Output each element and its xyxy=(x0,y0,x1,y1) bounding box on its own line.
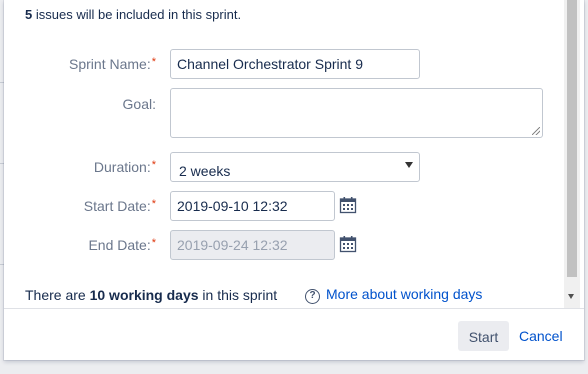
goal-label: Goal: xyxy=(4,96,156,112)
calendar-icon[interactable] xyxy=(339,196,357,214)
issues-text: issues will be included in this sprint. xyxy=(35,7,242,22)
help-link-text: More about working days xyxy=(326,286,483,302)
calendar-icon[interactable] xyxy=(339,235,357,253)
duration-label: Duration:* xyxy=(4,159,156,175)
end-date-label-text: End Date: xyxy=(88,237,151,253)
dialog-body: 5 issues will be included in this sprint… xyxy=(4,0,564,308)
sprint-name-value: Channel Orchestrator Sprint 9 xyxy=(177,56,363,72)
start-date-value: 2019-09-10 12:32 xyxy=(177,198,288,214)
required-marker: * xyxy=(151,56,156,68)
sprint-name-input[interactable]: Channel Orchestrator Sprint 9 xyxy=(170,49,420,79)
duration-value: 2 weeks xyxy=(179,163,231,179)
issues-count: 5 xyxy=(25,7,33,22)
start-button[interactable]: Start xyxy=(458,321,509,351)
scrollbar-thumb[interactable] xyxy=(567,0,577,277)
end-date-value: 2019-09-24 12:32 xyxy=(177,237,288,253)
goal-label-text: Goal: xyxy=(122,96,156,112)
cancel-button[interactable]: Cancel xyxy=(519,321,563,351)
goal-textarea[interactable] xyxy=(170,88,543,138)
resize-handle[interactable] xyxy=(532,127,540,135)
working-days-count: 10 working days xyxy=(89,287,199,303)
scroll-down-arrow-icon[interactable] xyxy=(568,294,574,299)
start-sprint-dialog: 5 issues will be included in this sprint… xyxy=(4,0,584,360)
scrollbar[interactable] xyxy=(564,0,580,308)
duration-select[interactable]: 2 weeks xyxy=(170,152,420,182)
issues-info: 5 issues will be included in this sprint… xyxy=(25,7,241,22)
start-date-label: Start Date:* xyxy=(4,198,156,214)
dialog-footer: Start Cancel xyxy=(4,308,584,360)
end-date-label: End Date:* xyxy=(4,237,156,253)
sprint-name-label: Sprint Name:* xyxy=(4,56,156,72)
question-circle-icon: ? xyxy=(305,289,320,304)
start-date-label-text: Start Date: xyxy=(83,198,151,214)
working-days-suffix: in this sprint xyxy=(202,287,278,303)
end-date-input: 2019-09-24 12:32 xyxy=(170,230,335,260)
required-marker: * xyxy=(151,159,156,171)
working-days-info: There are 10 working days in this sprint xyxy=(25,287,277,303)
working-days-prefix: There are xyxy=(25,287,86,303)
required-marker: * xyxy=(151,237,156,249)
required-marker: * xyxy=(151,198,156,210)
start-date-input[interactable]: 2019-09-10 12:32 xyxy=(170,191,335,221)
chevron-down-icon xyxy=(405,162,413,168)
duration-label-text: Duration: xyxy=(93,159,151,175)
sprint-name-label-text: Sprint Name: xyxy=(69,56,151,72)
more-about-working-days-link[interactable]: ? More about working days xyxy=(305,286,482,304)
